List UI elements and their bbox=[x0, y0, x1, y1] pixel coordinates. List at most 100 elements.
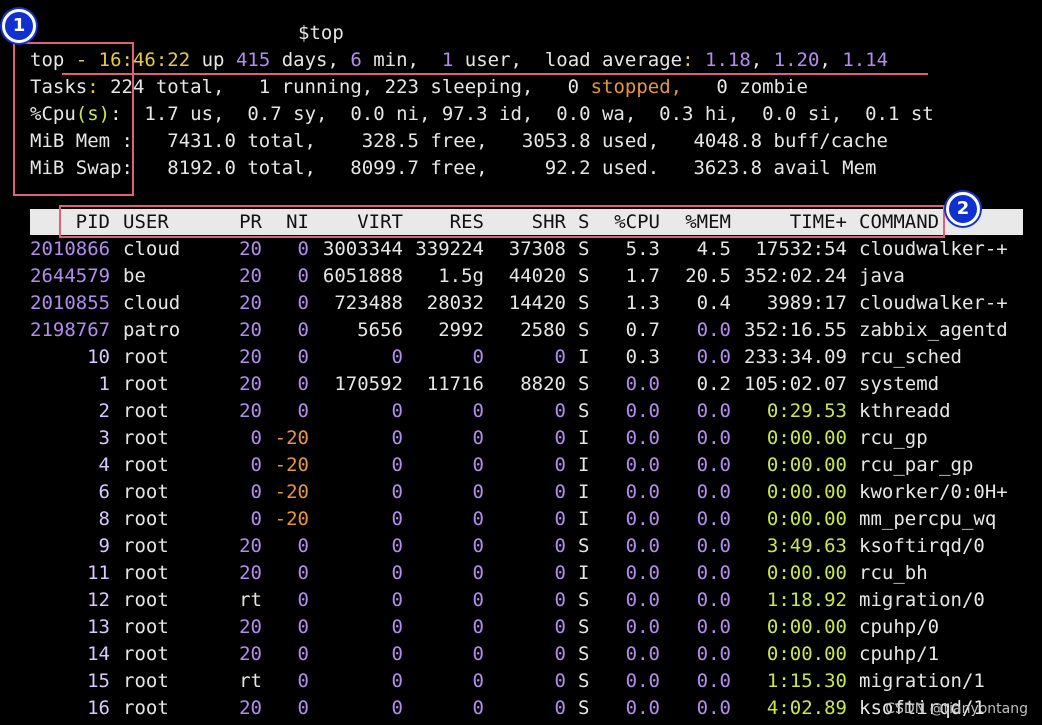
cell-mem: 0.2 bbox=[696, 373, 731, 395]
cell-pid: 3 bbox=[98, 427, 110, 449]
cell-time: 1:18.92 bbox=[766, 589, 847, 611]
cell-ni: 0 bbox=[297, 589, 309, 611]
cell-cmd: rcu_par_gp bbox=[859, 454, 974, 476]
cell-shr: 37308 bbox=[508, 238, 566, 260]
cell-cpu: 0.0 bbox=[625, 697, 660, 719]
cell-pr: rt bbox=[239, 670, 262, 692]
cell-mem: 0.0 bbox=[696, 562, 731, 584]
cell-ni: 0 bbox=[297, 670, 309, 692]
cell-res: 0 bbox=[472, 643, 484, 665]
annotation-underline-uptime bbox=[62, 73, 928, 75]
cell-cmd: rcu_sched bbox=[859, 346, 962, 368]
cell-user: root bbox=[123, 535, 169, 557]
cell-virt: 0 bbox=[391, 454, 403, 476]
cell-res: 0 bbox=[472, 697, 484, 719]
cell-pr: 20 bbox=[239, 292, 262, 314]
cell-virt: 0 bbox=[391, 535, 403, 557]
cell-pid: 2644579 bbox=[30, 265, 111, 287]
cell-pr: 20 bbox=[239, 319, 262, 341]
cell-shr: 0 bbox=[554, 589, 566, 611]
cell-shr: 0 bbox=[554, 643, 566, 665]
cell-cpu: 0.7 bbox=[625, 319, 660, 341]
cell-virt: 0 bbox=[391, 643, 403, 665]
cell-res: 0 bbox=[472, 400, 484, 422]
cell-pid: 10 bbox=[87, 346, 110, 368]
summary-tasks-line: Tasks: 224 total, 1 running, 223 sleepin… bbox=[30, 76, 808, 98]
cell-mem: 0.0 bbox=[696, 535, 731, 557]
cell-time: 233:34.09 bbox=[744, 346, 847, 368]
cell-user: root bbox=[123, 454, 169, 476]
watermark-text: CSDN @tianyontang bbox=[885, 701, 1028, 717]
cell-pid: 2010855 bbox=[30, 292, 111, 314]
cell-user: root bbox=[123, 346, 169, 368]
cell-res: 0 bbox=[472, 508, 484, 530]
cell-cpu: 5.3 bbox=[625, 238, 660, 260]
cell-ni: 0 bbox=[297, 643, 309, 665]
cell-cpu: 0.0 bbox=[625, 562, 660, 584]
cell-pr: 20 bbox=[239, 535, 262, 557]
cell-shr: 0 bbox=[554, 454, 566, 476]
cell-res: 0 bbox=[472, 562, 484, 584]
cell-time: 3989:17 bbox=[766, 292, 847, 314]
cell-pid: 2010866 bbox=[30, 238, 111, 260]
cell-res: 1.5g bbox=[438, 265, 484, 287]
cell-shr: 0 bbox=[554, 481, 566, 503]
cell-cpu: 0.0 bbox=[625, 454, 660, 476]
cell-virt: 0 bbox=[391, 481, 403, 503]
cell-ni: -20 bbox=[274, 508, 309, 530]
cell-user: root bbox=[123, 697, 169, 719]
cell-cpu: 0.0 bbox=[625, 508, 660, 530]
cell-time: 4:02.89 bbox=[766, 697, 847, 719]
cell-res: 28032 bbox=[426, 292, 484, 314]
summary-uptime-line: top - 16:46:22 up 415 days, 6 min, 1 use… bbox=[30, 49, 889, 71]
cell-pr: 20 bbox=[239, 562, 262, 584]
cell-shr: 0 bbox=[554, 400, 566, 422]
cell-virt: 0 bbox=[391, 616, 403, 638]
cell-cmd: rcu_gp bbox=[859, 427, 928, 449]
cell-mem: 4.5 bbox=[696, 238, 731, 260]
cell-ni: -20 bbox=[274, 427, 309, 449]
cell-shr: 0 bbox=[554, 616, 566, 638]
cell-time: 0:00.00 bbox=[766, 481, 847, 503]
cell-pr: 0 bbox=[250, 481, 262, 503]
cell-time: 1:15.30 bbox=[766, 670, 847, 692]
cell-mem: 0.0 bbox=[696, 670, 731, 692]
cell-cmd: mm_percpu_wq bbox=[859, 508, 997, 530]
cell-cmd: rcu_bh bbox=[859, 562, 928, 584]
cell-shr: 44020 bbox=[508, 265, 566, 287]
cell-cpu: 0.0 bbox=[625, 589, 660, 611]
cell-res: 0 bbox=[472, 481, 484, 503]
cell-mem: 0.0 bbox=[696, 697, 731, 719]
cell-mem: 20.5 bbox=[685, 265, 731, 287]
cell-cpu: 0.0 bbox=[625, 400, 660, 422]
cell-virt: 0 bbox=[391, 697, 403, 719]
cell-cpu: 0.0 bbox=[625, 670, 660, 692]
cell-time: 352:02.24 bbox=[744, 265, 847, 287]
cell-ni: 0 bbox=[297, 238, 309, 260]
cell-user: root bbox=[123, 670, 169, 692]
cell-mem: 0.0 bbox=[696, 319, 731, 341]
cell-pr: 20 bbox=[239, 643, 262, 665]
cell-pid: 15 bbox=[87, 670, 110, 692]
cell-pr: 0 bbox=[250, 508, 262, 530]
cell-mem: 0.0 bbox=[696, 589, 731, 611]
cell-pr: 20 bbox=[239, 346, 262, 368]
cell-user: cloud bbox=[123, 238, 181, 260]
cell-pid: 2198767 bbox=[30, 319, 111, 341]
cell-pr: rt bbox=[239, 589, 262, 611]
cell-user: root bbox=[123, 562, 169, 584]
cell-pid: 2 bbox=[98, 400, 110, 422]
cell-user: root bbox=[123, 589, 169, 611]
cell-virt: 0 bbox=[391, 427, 403, 449]
cell-shr: 8820 bbox=[520, 373, 566, 395]
cell-user: root bbox=[123, 400, 169, 422]
cell-res: 0 bbox=[472, 616, 484, 638]
cell-ni: 0 bbox=[297, 319, 309, 341]
cell-virt: 0 bbox=[391, 508, 403, 530]
cell-time: 352:16.55 bbox=[744, 319, 847, 341]
cell-cpu: 0.0 bbox=[625, 427, 660, 449]
cell-mem: 0.0 bbox=[696, 643, 731, 665]
annotation-box-summary bbox=[13, 42, 134, 196]
cell-user: root bbox=[123, 481, 169, 503]
cell-mem: 0.0 bbox=[696, 616, 731, 638]
